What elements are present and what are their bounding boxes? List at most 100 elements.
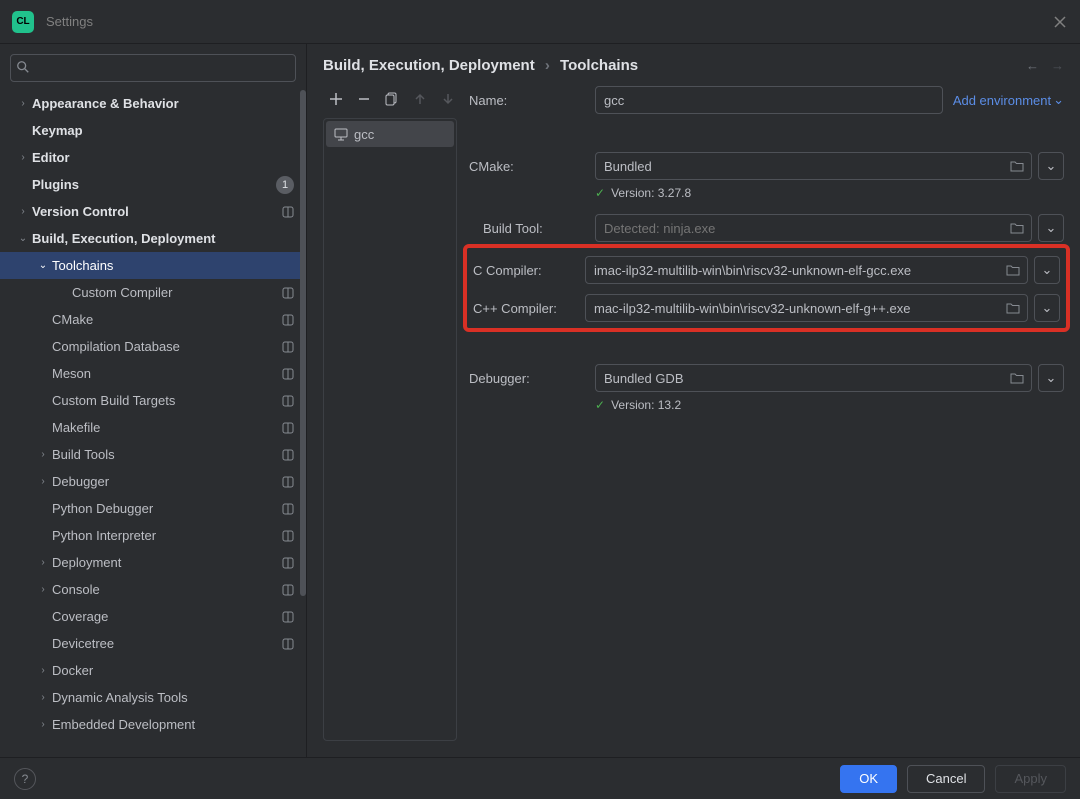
ccompiler-field[interactable] xyxy=(585,256,1028,284)
sidebar-item-console[interactable]: ›Console xyxy=(0,576,306,603)
sidebar-item-build-tools[interactable]: ›Build Tools xyxy=(0,441,306,468)
sidebar-item-docker[interactable]: ›Docker xyxy=(0,657,306,684)
cmake-field[interactable] xyxy=(595,152,1032,180)
sidebar-item-label: Keymap xyxy=(32,123,294,138)
cmake-dropdown-button[interactable]: ⌄ xyxy=(1038,152,1064,180)
sidebar-item-cmake[interactable]: CMake xyxy=(0,306,306,333)
sidebar-item-label: Toolchains xyxy=(52,258,294,273)
cxxcompiler-field[interactable] xyxy=(585,294,1028,322)
scrollbar-thumb[interactable] xyxy=(300,90,306,596)
name-field[interactable] xyxy=(595,86,943,114)
check-icon: ✓ xyxy=(595,398,605,412)
sidebar-item-custom-build-targets[interactable]: Custom Build Targets xyxy=(0,387,306,414)
sidebar-item-label: Custom Compiler xyxy=(72,285,282,300)
sidebar-item-label: Coverage xyxy=(52,609,282,624)
buildtool-row: Build Tool: ⌄ xyxy=(483,214,1064,242)
help-button[interactable]: ? xyxy=(14,768,36,790)
scope-icon xyxy=(282,584,294,596)
ccompiler-dropdown-button[interactable]: ⌄ xyxy=(1034,256,1060,284)
chevron-down-icon: ⌄ xyxy=(1042,262,1053,278)
sidebar-item-label: Dynamic Analysis Tools xyxy=(52,690,294,705)
add-environment-link[interactable]: Add environment ⌄ xyxy=(953,92,1064,108)
sidebar-item-custom-compiler[interactable]: Custom Compiler xyxy=(0,279,306,306)
ok-button[interactable]: OK xyxy=(840,765,897,793)
copy-icon[interactable] xyxy=(385,92,399,108)
sidebar-item-label: Python Debugger xyxy=(52,501,282,516)
chevron-right-icon[interactable]: › xyxy=(34,665,52,676)
sidebar-item-keymap[interactable]: Keymap xyxy=(0,117,306,144)
search-input[interactable] xyxy=(10,54,296,82)
sidebar-item-build-execution-deployment[interactable]: ⌄Build, Execution, Deployment xyxy=(0,225,306,252)
chevron-right-icon[interactable]: › xyxy=(14,152,32,163)
cancel-button[interactable]: Cancel xyxy=(907,765,985,793)
sidebar-item-python-debugger[interactable]: Python Debugger xyxy=(0,495,306,522)
chevron-right-icon[interactable]: › xyxy=(34,476,52,487)
chevron-down-icon[interactable]: ⌄ xyxy=(14,233,32,244)
toolchain-list[interactable]: gcc xyxy=(323,118,457,741)
sidebar-item-deployment[interactable]: ›Deployment xyxy=(0,549,306,576)
close-icon[interactable] xyxy=(1052,14,1068,30)
chevron-right-icon[interactable]: › xyxy=(34,584,52,595)
sidebar-item-plugins[interactable]: Plugins1 xyxy=(0,171,306,198)
cmake-row: CMake: ⌄ xyxy=(469,152,1064,180)
check-icon: ✓ xyxy=(595,186,605,200)
tree-scrollbar[interactable] xyxy=(298,90,306,757)
sidebar-item-label: CMake xyxy=(52,312,282,327)
breadcrumb-a[interactable]: Build, Execution, Deployment xyxy=(323,57,535,74)
sidebar-item-appearance-behavior[interactable]: ›Appearance & Behavior xyxy=(0,90,306,117)
scope-icon xyxy=(282,530,294,542)
chevron-right-icon[interactable]: › xyxy=(34,692,52,703)
sidebar-item-editor[interactable]: ›Editor xyxy=(0,144,306,171)
sidebar-item-label: Debugger xyxy=(52,474,282,489)
chevron-down-icon[interactable]: ⌄ xyxy=(34,260,52,271)
settings-tree[interactable]: ›Appearance & Behavior Keymap ›EditorPlugi… xyxy=(0,90,306,757)
settings-sidebar: ›Appearance & Behavior Keymap ›EditorPlugi… xyxy=(0,44,307,757)
apply-button[interactable]: Apply xyxy=(995,765,1066,793)
move-up-icon xyxy=(413,92,427,108)
toolchain-list-column: gcc xyxy=(323,86,457,741)
chevron-right-icon[interactable]: › xyxy=(14,98,32,109)
sidebar-item-embedded-development[interactable]: ›Embedded Development xyxy=(0,711,306,738)
add-icon[interactable] xyxy=(329,92,343,108)
debugger-dropdown-button[interactable]: ⌄ xyxy=(1038,364,1064,392)
sidebar-item-version-control[interactable]: ›Version Control xyxy=(0,198,306,225)
cmake-version-line: ✓ Version: 3.27.8 xyxy=(595,186,1064,200)
sidebar-item-label: Makefile xyxy=(52,420,282,435)
search-icon xyxy=(16,60,30,74)
badge: 1 xyxy=(276,176,294,194)
chevron-right-icon[interactable]: › xyxy=(34,719,52,730)
sidebar-item-dynamic-analysis-tools[interactable]: ›Dynamic Analysis Tools xyxy=(0,684,306,711)
breadcrumb-nav: ← → xyxy=(1026,58,1064,73)
remove-icon[interactable] xyxy=(357,92,371,108)
sidebar-item-meson[interactable]: Meson xyxy=(0,360,306,387)
nav-forward-icon[interactable]: → xyxy=(1051,58,1064,73)
chevron-right-icon[interactable]: › xyxy=(14,206,32,217)
sidebar-item-python-interpreter[interactable]: Python Interpreter xyxy=(0,522,306,549)
cxxcompiler-dropdown-button[interactable]: ⌄ xyxy=(1034,294,1060,322)
move-down-icon xyxy=(441,92,455,108)
list-item[interactable]: gcc xyxy=(326,121,454,147)
sidebar-item-debugger[interactable]: ›Debugger xyxy=(0,468,306,495)
list-toolbar xyxy=(323,86,457,114)
chevron-down-icon: ⌄ xyxy=(1046,158,1057,174)
chevron-right-icon: › xyxy=(545,57,550,74)
sidebar-item-toolchains[interactable]: ⌄Toolchains xyxy=(0,252,306,279)
buildtool-field[interactable] xyxy=(595,214,1032,242)
scope-icon xyxy=(282,341,294,353)
chevron-right-icon[interactable]: › xyxy=(34,449,52,460)
nav-back-icon[interactable]: ← xyxy=(1026,58,1039,73)
sidebar-item-label: Docker xyxy=(52,663,294,678)
sidebar-item-label: Devicetree xyxy=(52,636,282,651)
sidebar-item-makefile[interactable]: Makefile xyxy=(0,414,306,441)
sidebar-item-compilation-database[interactable]: Compilation Database xyxy=(0,333,306,360)
chevron-right-icon[interactable]: › xyxy=(34,557,52,568)
sidebar-item-devicetree[interactable]: Devicetree xyxy=(0,630,306,657)
buildtool-dropdown-button[interactable]: ⌄ xyxy=(1038,214,1064,242)
window-title: Settings xyxy=(46,14,93,29)
sidebar-item-label: Compilation Database xyxy=(52,339,282,354)
debugger-field[interactable] xyxy=(595,364,1032,392)
sidebar-item-coverage[interactable]: Coverage xyxy=(0,603,306,630)
scope-icon xyxy=(282,314,294,326)
breadcrumb-b: Toolchains xyxy=(560,57,638,74)
title-bar: CL Settings xyxy=(0,0,1080,44)
